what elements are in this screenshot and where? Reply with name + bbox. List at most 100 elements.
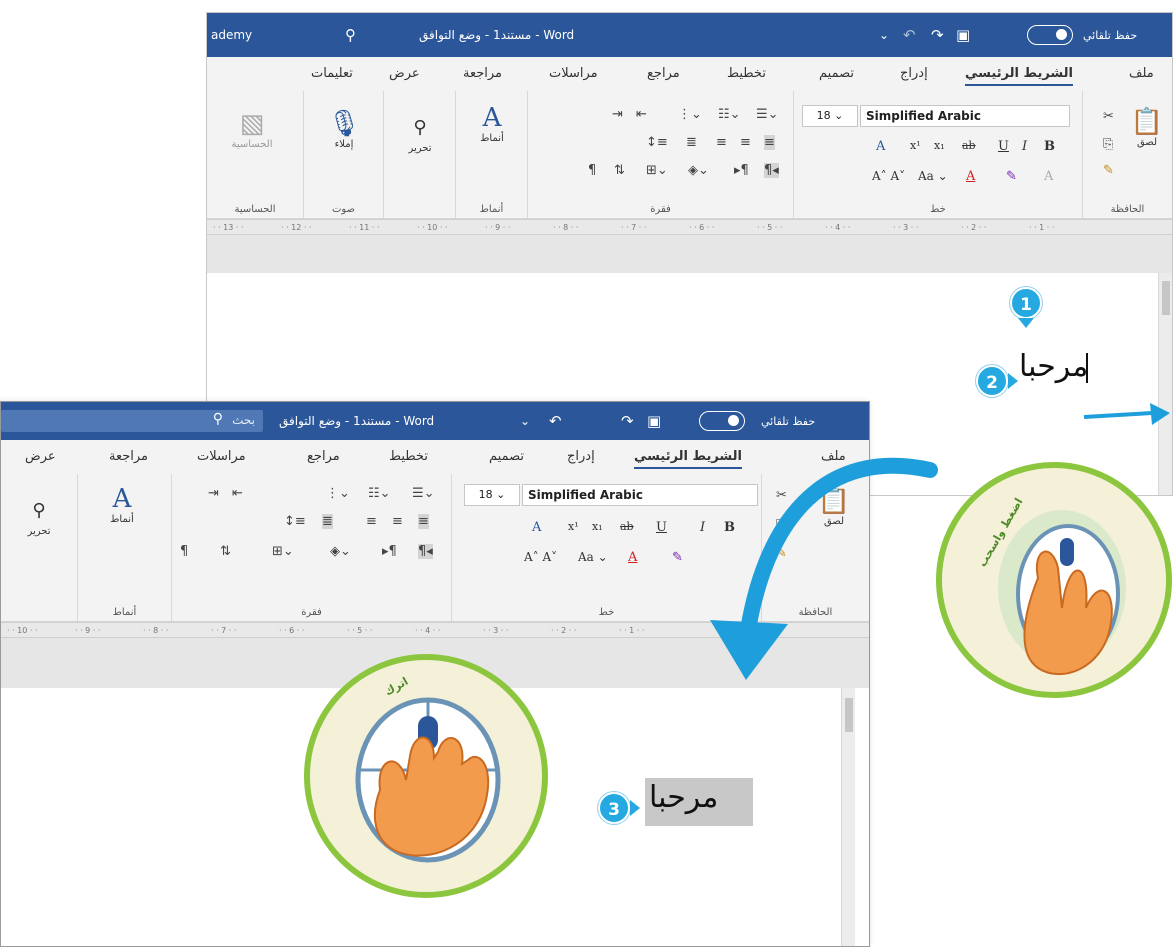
tab-insert[interactable]: إدراج [900, 66, 928, 81]
tab-layout[interactable]: تخطيط [727, 66, 766, 81]
editing-button[interactable]: ⚲ تحرير [394, 113, 446, 154]
bullets-icon[interactable]: ☰⌄ [412, 486, 435, 501]
underline-button[interactable]: U [656, 520, 667, 535]
save-icon[interactable]: ▣ [956, 13, 970, 57]
align-left-icon[interactable]: ≡ [716, 135, 727, 150]
tab-file[interactable]: ملف [1129, 66, 1154, 81]
undo-icon[interactable]: ↶ [549, 402, 562, 440]
underline-button[interactable]: U [998, 139, 1009, 154]
rtl-icon[interactable]: ¶◂ [418, 544, 433, 559]
numbering-icon[interactable]: ☷⌄ [718, 107, 741, 122]
clear-format-button[interactable]: A [1044, 169, 1053, 184]
increase-indent-icon[interactable]: ⇥ [208, 486, 219, 501]
align-center-icon[interactable]: ≡ [740, 135, 751, 150]
multilevel-list-icon[interactable]: ⋮⌄ [326, 486, 350, 501]
tab-design[interactable]: تصميم [819, 66, 854, 81]
subscript-button[interactable]: x₁ [592, 520, 603, 533]
format-painter-icon[interactable]: ✎ [1103, 163, 1114, 178]
show-marks-icon[interactable]: ¶ [180, 544, 188, 559]
strikethrough-button[interactable]: ab [962, 139, 976, 152]
tab-insert[interactable]: إدراج [567, 449, 595, 464]
tab-layout[interactable]: تخطيط [389, 449, 428, 464]
tab-view[interactable]: عرض [25, 449, 56, 464]
align-center-icon[interactable]: ≡ [392, 514, 403, 529]
selected-document-text[interactable]: مرحبا [649, 780, 718, 815]
multilevel-list-icon[interactable]: ⋮⌄ [678, 107, 702, 122]
font-color-button[interactable]: A [628, 550, 637, 565]
justify-icon[interactable]: ≣ [686, 135, 697, 150]
autosave-toggle[interactable] [699, 411, 745, 431]
increase-indent-icon[interactable]: ⇥ [612, 107, 623, 122]
redo-icon[interactable]: ↷ [931, 13, 944, 57]
search-box[interactable]: ⚲ بحث [1, 410, 263, 432]
customize-quick-access-icon[interactable]: ⌄ [879, 13, 889, 57]
document-text[interactable]: مرحبا [1019, 349, 1089, 384]
font-size-select[interactable]: 18 ⌄ [802, 105, 858, 127]
text-effects-button[interactable]: A [532, 520, 541, 535]
vertical-scrollbar[interactable] [841, 688, 855, 946]
line-spacing-icon[interactable]: ↕≡ [284, 514, 306, 529]
strikethrough-button[interactable]: ab [620, 520, 634, 533]
decrease-indent-icon[interactable]: ⇤ [232, 486, 243, 501]
font-size-select[interactable]: 18 ⌄ [464, 484, 520, 506]
shading-icon[interactable]: ◈⌄ [688, 163, 709, 178]
tab-home[interactable]: الشريط الرئيسي [965, 66, 1073, 86]
text-effects-button[interactable]: A [876, 139, 885, 154]
tab-design[interactable]: تصميم [489, 449, 524, 464]
ltr-icon[interactable]: ▸¶ [382, 544, 397, 559]
italic-button[interactable]: I [1022, 139, 1027, 154]
tab-mailings[interactable]: مراسلات [197, 449, 246, 464]
ltr-icon[interactable]: ▸¶ [734, 163, 749, 178]
subscript-button[interactable]: x₁ [934, 139, 945, 152]
borders-icon[interactable]: ⊞⌄ [646, 163, 668, 178]
styles-button[interactable]: A أنماط [96, 484, 148, 525]
dictate-button[interactable]: 🎙 إملاء [318, 109, 370, 150]
show-marks-icon[interactable]: ¶ [588, 163, 596, 178]
font-grow-shrink-button[interactable]: A˄ A˅ [524, 550, 557, 564]
customize-quick-access-icon[interactable]: ⌄ [520, 402, 530, 440]
font-grow-shrink-button[interactable]: A˄ A˅ [872, 169, 905, 183]
tab-references[interactable]: مراجع [307, 449, 340, 464]
tab-review[interactable]: مراجعة [109, 449, 148, 464]
decrease-indent-icon[interactable]: ⇤ [636, 107, 647, 122]
tab-view[interactable]: عرض [389, 66, 420, 81]
superscript-button[interactable]: x¹ [910, 139, 921, 152]
undo-icon[interactable]: ↶ [903, 13, 916, 57]
vertical-scrollbar[interactable] [1158, 273, 1172, 495]
rtl-icon[interactable]: ¶◂ [764, 163, 779, 178]
highlight-button[interactable]: ✎ [1006, 169, 1017, 184]
font-name-select[interactable]: Simplified Arabic [860, 105, 1070, 127]
align-left-icon[interactable]: ≡ [366, 514, 377, 529]
tab-mailings[interactable]: مراسلات [549, 66, 598, 81]
search-icon[interactable]: ⚲ [345, 13, 356, 57]
redo-icon[interactable]: ↷ [621, 402, 634, 440]
sort-icon[interactable]: ⇅ [220, 544, 231, 559]
tab-references[interactable]: مراجع [647, 66, 680, 81]
sensitivity-button[interactable]: ▧ الحساسية [217, 109, 287, 150]
align-right-icon[interactable]: ≡ [418, 514, 429, 529]
numbering-icon[interactable]: ☷⌄ [368, 486, 391, 501]
autosave-toggle[interactable] [1027, 25, 1073, 45]
horizontal-ruler[interactable]: · · 13 · · · · 12 · · · · 11 · · · · 10 · ·… [207, 219, 1172, 235]
shading-icon[interactable]: ◈⌄ [330, 544, 351, 559]
cut-icon[interactable]: ✂ [1103, 109, 1114, 124]
line-spacing-icon[interactable]: ↕≡ [646, 135, 668, 150]
bullets-icon[interactable]: ☰⌄ [756, 107, 779, 122]
highlight-button[interactable]: ✎ [672, 550, 683, 565]
justify-icon[interactable]: ≣ [322, 514, 333, 529]
align-right-icon[interactable]: ≡ [764, 135, 775, 150]
change-case-button[interactable]: Aa ⌄ [918, 169, 948, 183]
superscript-button[interactable]: x¹ [568, 520, 579, 533]
styles-button[interactable]: A أنماط [466, 103, 518, 144]
tab-review[interactable]: مراجعة [463, 66, 502, 81]
font-color-button[interactable]: A [966, 169, 975, 184]
editing-button[interactable]: ⚲ تحرير [15, 496, 63, 537]
copy-icon[interactable]: ⎘ [1103, 137, 1113, 152]
bold-button[interactable]: B [1044, 139, 1055, 154]
change-case-button[interactable]: Aa ⌄ [578, 550, 608, 564]
paste-button[interactable]: 📋 لصق [1127, 107, 1167, 148]
borders-icon[interactable]: ⊞⌄ [272, 544, 294, 559]
sort-icon[interactable]: ⇅ [614, 163, 625, 178]
save-icon[interactable]: ▣ [647, 402, 661, 440]
tab-help[interactable]: تعليمات [311, 66, 353, 81]
